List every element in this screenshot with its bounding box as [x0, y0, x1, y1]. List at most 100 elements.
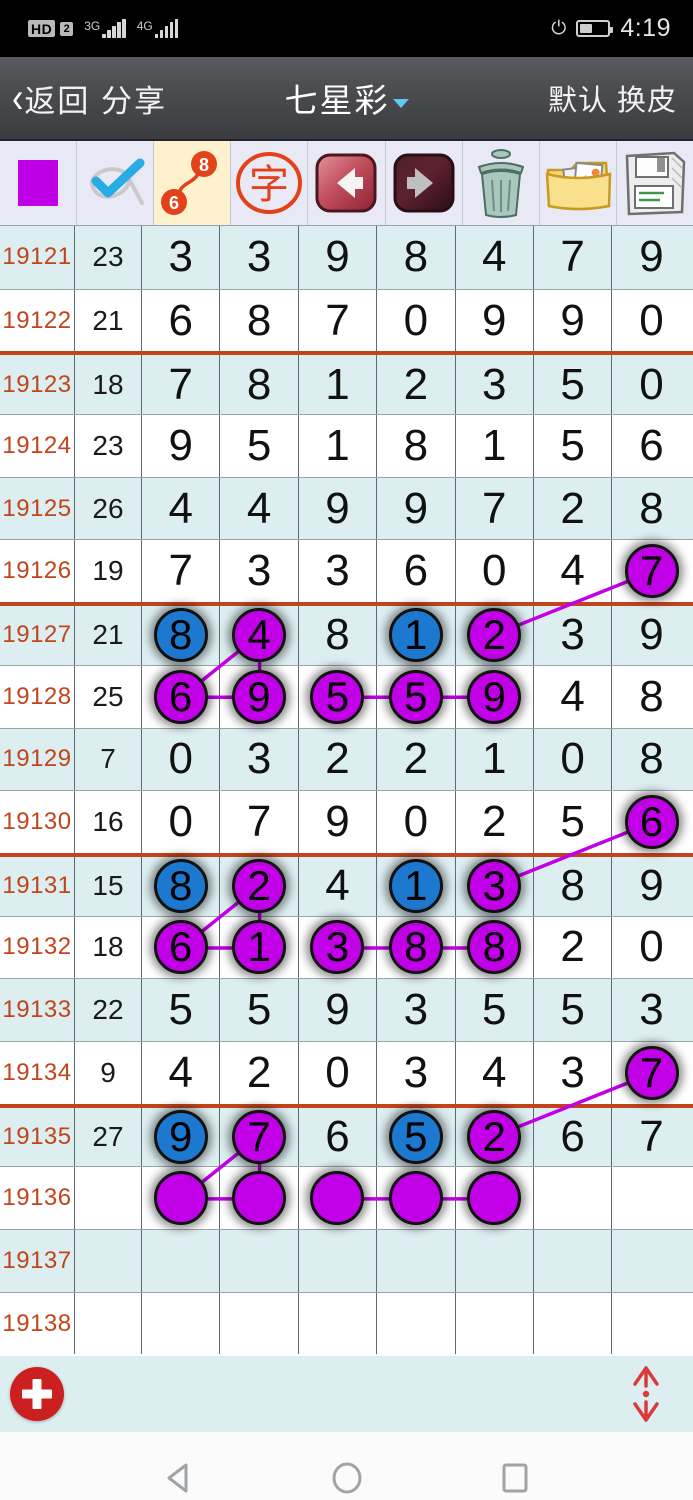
digit-cell[interactable]: 8: [377, 415, 456, 477]
digit-cell[interactable]: 1: [456, 415, 534, 477]
digit-cell[interactable]: 6: [377, 540, 456, 603]
triangle-back-icon[interactable]: [160, 1459, 198, 1497]
table-row[interactable]: 19122 21 6 8 7 0 9 9 0: [0, 288, 693, 352]
digit-cell[interactable]: 8: [612, 729, 690, 791]
digit-cell[interactable]: 7: [456, 477, 534, 540]
digit-cell[interactable]: 0: [456, 540, 534, 603]
digit-cell[interactable]: [534, 1167, 613, 1229]
digit-cell[interactable]: 8: [377, 226, 456, 289]
digit-cell[interactable]: 2: [456, 791, 534, 853]
digit-cell[interactable]: 9: [534, 289, 613, 352]
digit-cell[interactable]: 6: [142, 289, 221, 352]
table-row[interactable]: 19126 19 7 3 3 6 0 4 7: [0, 539, 693, 603]
marker-circle[interactable]: 8: [467, 920, 522, 975]
digit-cell[interactable]: [142, 1167, 221, 1229]
digit-cell[interactable]: 5: [220, 415, 299, 477]
digit-cell[interactable]: 4: [142, 1041, 221, 1104]
digit-cell[interactable]: 5: [534, 355, 613, 415]
next-button[interactable]: [386, 141, 463, 225]
digit-cell[interactable]: 2: [220, 856, 299, 916]
connect-nodes-button[interactable]: 8 6: [154, 141, 232, 225]
digit-cell[interactable]: 5: [220, 979, 299, 1041]
gallery-button[interactable]: [540, 141, 617, 225]
digit-cell[interactable]: 5: [377, 665, 456, 728]
marker-circle[interactable]: 9: [232, 669, 287, 724]
digit-cell[interactable]: 6: [142, 665, 221, 728]
digit-cell[interactable]: 2: [377, 728, 456, 791]
digit-cell[interactable]: 9: [612, 606, 690, 665]
table-row[interactable]: 19133 22 5 5 9 3 5 5 3: [0, 978, 693, 1041]
digit-cell[interactable]: 0: [142, 728, 221, 791]
digit-cell[interactable]: 1: [377, 856, 456, 916]
digit-cell[interactable]: 7: [534, 226, 613, 289]
table-row[interactable]: 19125 26 4 4 9 9 7 2 8: [0, 476, 693, 540]
add-row-button[interactable]: [10, 1367, 64, 1421]
table-row[interactable]: 19131 15 8 2 4 1 3 8 9: [0, 852, 693, 916]
digit-cell[interactable]: [377, 1167, 456, 1229]
digit-cell[interactable]: 0: [377, 791, 456, 853]
marker-circle[interactable]: 7: [624, 1045, 679, 1100]
lottery-table[interactable]: 19121 23 3 3 9 8 4 7 9 19122 21 6 8 7 0 9 9 0 19123 18 7 8 1 2 3…: [0, 226, 693, 1356]
digit-cell[interactable]: 7: [142, 540, 221, 603]
digit-cell[interactable]: 0: [377, 289, 456, 352]
digit-cell[interactable]: 2: [299, 728, 378, 791]
digit-cell[interactable]: 3: [142, 226, 221, 289]
digit-cell[interactable]: 1: [220, 916, 299, 979]
marker-circle[interactable]: 1: [388, 608, 443, 663]
digit-cell[interactable]: 9: [220, 665, 299, 728]
marker-circle[interactable]: 6: [624, 795, 679, 850]
digit-cell[interactable]: 5: [299, 665, 378, 728]
marker-circle[interactable]: 2: [467, 1109, 522, 1164]
digit-cell[interactable]: [299, 1292, 378, 1355]
digit-cell[interactable]: 0: [612, 290, 690, 352]
digit-cell[interactable]: 8: [142, 856, 221, 916]
digit-cell[interactable]: 0: [534, 728, 613, 791]
marker-circle[interactable]: 8: [153, 859, 208, 914]
table-row[interactable]: 19128 25 6 9 5 5 9 4 8: [0, 664, 693, 728]
table-row[interactable]: 19124 23 9 5 1 8 1 5 6: [0, 414, 693, 477]
digit-cell[interactable]: 3: [534, 606, 613, 665]
digit-cell[interactable]: 6: [612, 415, 690, 477]
digit-cell[interactable]: 8: [534, 856, 613, 916]
digit-cell[interactable]: 4: [142, 477, 221, 540]
digit-cell[interactable]: 9: [612, 226, 690, 289]
digit-cell[interactable]: [220, 1230, 299, 1292]
digit-cell[interactable]: 0: [612, 917, 690, 979]
digit-cell[interactable]: 4: [220, 606, 299, 665]
digit-cell[interactable]: 7: [220, 791, 299, 853]
digit-cell[interactable]: 1: [456, 728, 534, 791]
table-row[interactable]: 19130 16 0 7 9 0 2 5 6: [0, 790, 693, 853]
marker-circle[interactable]: 5: [310, 669, 365, 724]
marker-circle[interactable]: 7: [624, 544, 679, 599]
table-row[interactable]: 19129 7 0 3 2 2 1 0 8: [0, 727, 693, 791]
marker-circle[interactable]: [232, 1171, 287, 1226]
digit-cell[interactable]: 0: [299, 1041, 378, 1104]
marker-circle[interactable]: 8: [388, 920, 443, 975]
digit-cell[interactable]: 2: [534, 916, 613, 979]
digit-cell[interactable]: 9: [456, 289, 534, 352]
digit-cell[interactable]: [534, 1292, 613, 1355]
digit-cell[interactable]: 5: [534, 791, 613, 853]
digit-cell[interactable]: 5: [534, 415, 613, 477]
digit-cell[interactable]: 3: [299, 540, 378, 603]
marker-circle[interactable]: 5: [388, 669, 443, 724]
digit-cell[interactable]: 4: [220, 477, 299, 540]
color-swatch-button[interactable]: [0, 141, 78, 225]
digit-cell[interactable]: [220, 1167, 299, 1229]
digit-cell[interactable]: 7: [142, 355, 221, 415]
digit-cell[interactable]: 6: [534, 1107, 613, 1167]
digit-cell[interactable]: 1: [299, 355, 378, 415]
digit-cell[interactable]: 9: [612, 857, 690, 916]
digit-cell[interactable]: 4: [534, 665, 613, 728]
digit-cell[interactable]: [456, 1230, 534, 1292]
digit-cell[interactable]: 8: [612, 478, 690, 540]
digit-cell[interactable]: 6: [142, 916, 221, 979]
skin-switch-button[interactable]: 默认 换皮: [548, 77, 677, 119]
digit-cell[interactable]: 9: [142, 1107, 221, 1167]
digit-cell[interactable]: 7: [612, 1042, 690, 1104]
digit-cell[interactable]: [612, 1167, 690, 1229]
digit-cell[interactable]: 9: [377, 477, 456, 540]
digit-cell[interactable]: [456, 1167, 534, 1229]
digit-cell[interactable]: 2: [534, 477, 613, 540]
digit-cell[interactable]: 5: [456, 979, 534, 1041]
